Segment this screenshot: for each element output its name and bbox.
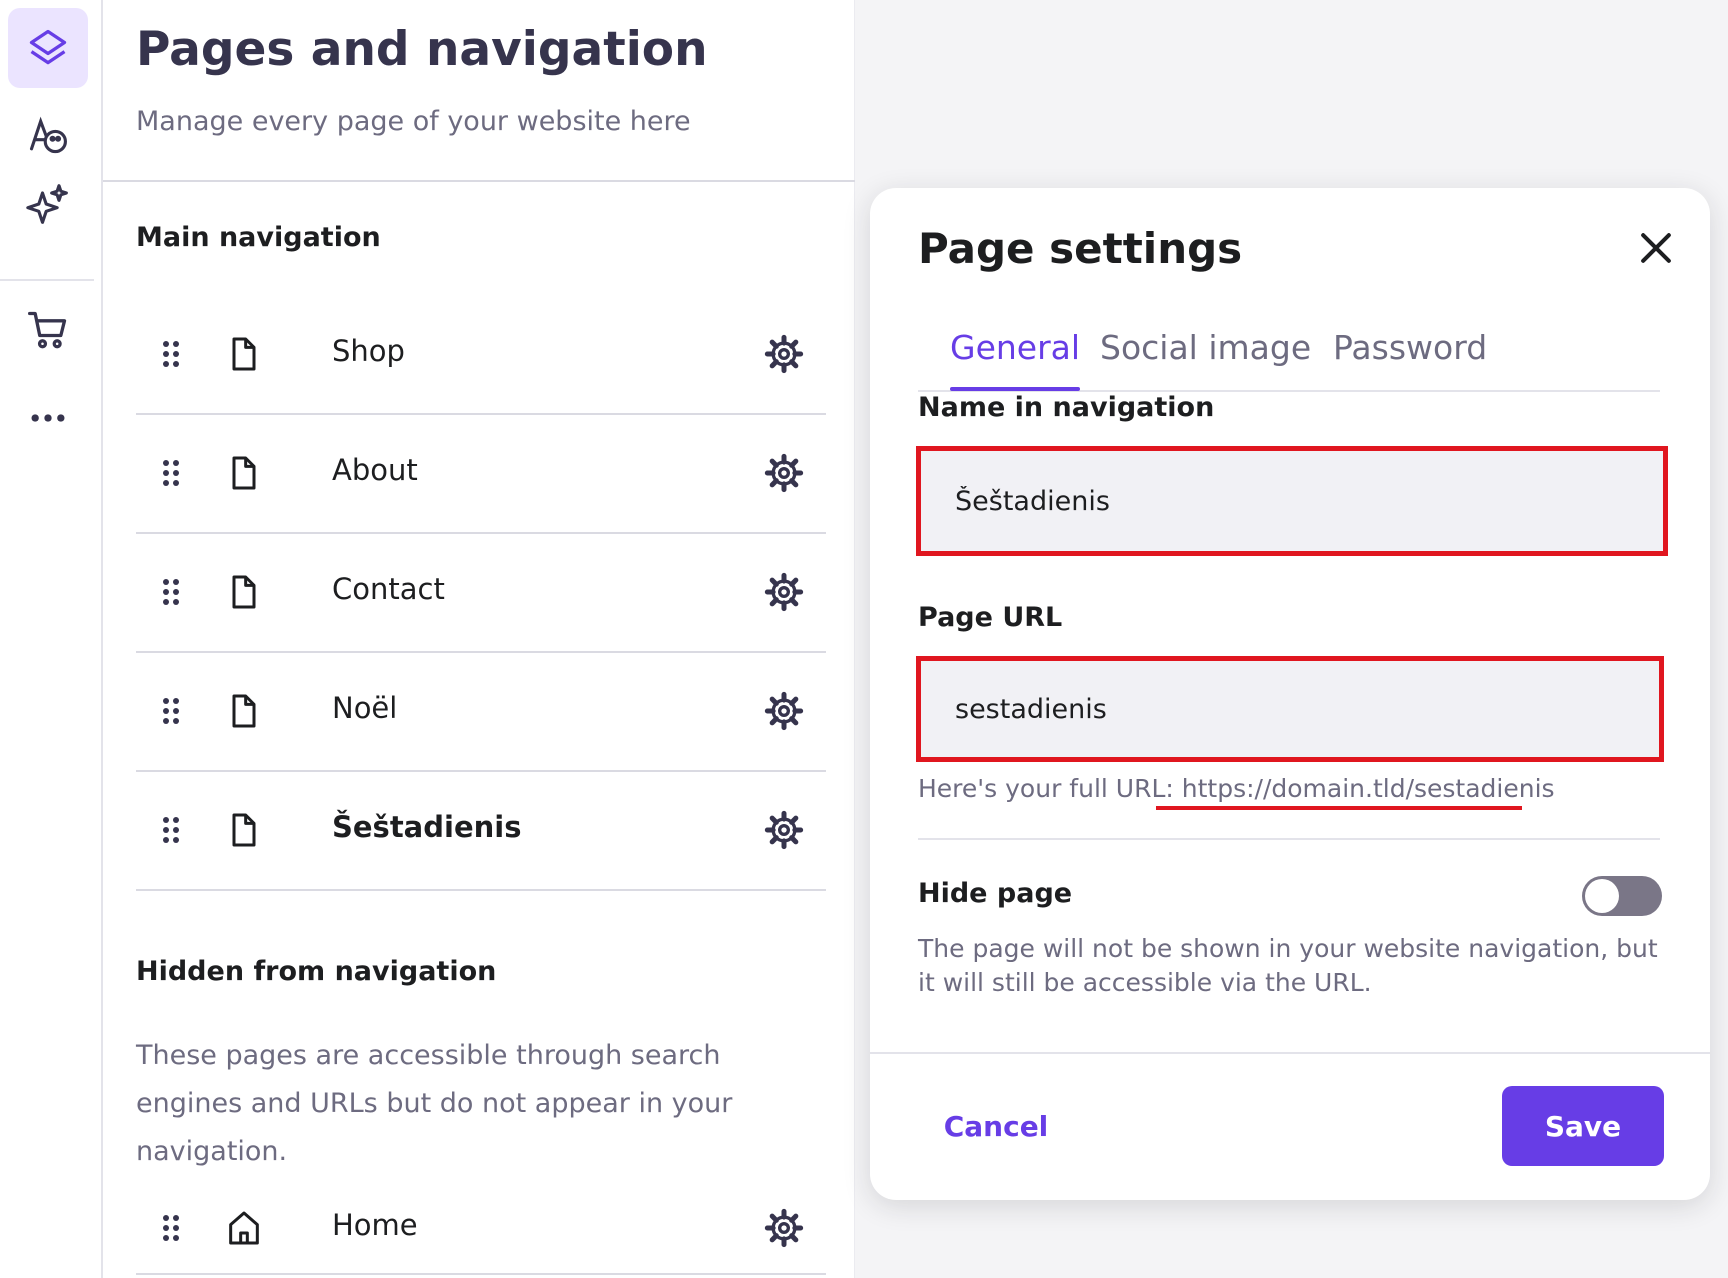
page-icon	[232, 813, 256, 847]
drag-handle-icon[interactable]	[161, 810, 181, 850]
nav-item-about[interactable]: About	[136, 415, 826, 534]
page-subtitle: Manage every page of your website here	[136, 106, 691, 137]
nav-item-home[interactable]: Home	[136, 1156, 826, 1275]
page-icon	[232, 456, 256, 490]
hide-page-description: The page will not be shown in your websi…	[918, 934, 1658, 997]
page-url-input[interactable]	[921, 661, 1659, 757]
design-palette-icon	[29, 116, 67, 154]
rail-button-ai-tools[interactable]	[8, 164, 88, 244]
nav-item-label: Shop	[332, 334, 405, 368]
drag-handle-icon[interactable]	[161, 1208, 181, 1248]
hide-page-toggle[interactable]	[1582, 876, 1662, 916]
header-divider	[103, 180, 855, 182]
pages-panel: Pages and navigation Manage every page o…	[103, 0, 855, 1278]
rail-button-more[interactable]	[8, 378, 88, 458]
hide-page-label: Hide page	[918, 878, 1073, 909]
nav-item-shop[interactable]: Shop	[136, 296, 826, 415]
gear-icon[interactable]	[764, 1208, 804, 1248]
name-field-label: Name in navigation	[918, 392, 1215, 423]
url-field-label: Page URL	[918, 602, 1063, 633]
footer-divider	[870, 1052, 1710, 1054]
full-url-prefix: Here's your full URL:	[918, 774, 1174, 803]
page-icon	[232, 575, 256, 609]
toggle-knob	[1585, 879, 1619, 913]
gear-icon[interactable]	[764, 810, 804, 850]
nav-item-label: Home	[332, 1208, 418, 1242]
home-icon	[229, 1211, 259, 1245]
url-field-highlight	[916, 656, 1664, 762]
tab-social-image[interactable]: Social image	[1100, 308, 1311, 388]
hidden-navigation-description: These pages are accessible through searc…	[136, 1040, 733, 1167]
settings-tabs: General Social image Password	[918, 308, 1660, 392]
hidden-navigation-heading: Hidden from navigation	[136, 956, 497, 987]
page-icon	[232, 337, 256, 371]
drag-handle-icon[interactable]	[161, 691, 181, 731]
nav-item-label: Contact	[332, 572, 445, 606]
rail-button-store[interactable]	[8, 290, 88, 370]
more-dots-icon	[31, 414, 65, 422]
full-url-line: Here's your full URL: https://domain.tld…	[918, 774, 1555, 803]
page-title: Pages and navigation	[136, 22, 708, 77]
layers-icon	[29, 29, 67, 65]
save-button[interactable]: Save	[1502, 1086, 1664, 1166]
nav-item-label: About	[332, 453, 418, 487]
drag-handle-icon[interactable]	[161, 572, 181, 612]
nav-item-contact[interactable]: Contact	[136, 534, 826, 653]
section-divider	[918, 838, 1660, 840]
full-url-link[interactable]: https://domain.tld/sestadienis	[1182, 774, 1555, 803]
name-field-highlight	[916, 446, 1668, 556]
tab-general[interactable]: General	[950, 308, 1081, 391]
gear-icon[interactable]	[764, 453, 804, 493]
full-url-highlight-underline	[1156, 806, 1522, 810]
nav-item-sestadienis[interactable]: Šeštadienis	[136, 772, 826, 891]
modal-title: Page settings	[918, 224, 1243, 273]
nav-item-label: Šeštadienis	[332, 810, 522, 844]
rail-divider	[0, 279, 94, 281]
drag-handle-icon[interactable]	[161, 453, 181, 493]
main-navigation-heading: Main navigation	[136, 222, 381, 253]
nav-item-label: Noël	[332, 691, 398, 725]
gear-icon[interactable]	[764, 572, 804, 612]
name-in-navigation-input[interactable]	[921, 451, 1663, 551]
sparkles-icon	[26, 184, 68, 224]
cart-icon	[28, 311, 67, 349]
gear-icon[interactable]	[764, 691, 804, 731]
rail-button-pages[interactable]	[8, 8, 88, 88]
main-navigation-list: Shop About Contact Noël Šeštadienis	[136, 296, 826, 891]
cancel-button[interactable]: Cancel	[918, 1086, 1074, 1166]
close-icon[interactable]	[1634, 226, 1678, 270]
hidden-navigation-list: Home	[136, 1156, 826, 1275]
page-settings-modal: Page settings General Social image Passw…	[870, 188, 1710, 1200]
gear-icon[interactable]	[764, 334, 804, 374]
drag-handle-icon[interactable]	[161, 334, 181, 374]
icon-rail	[0, 0, 103, 1278]
nav-item-noel[interactable]: Noël	[136, 653, 826, 772]
tab-password[interactable]: Password	[1333, 308, 1487, 388]
page-icon	[232, 694, 256, 728]
